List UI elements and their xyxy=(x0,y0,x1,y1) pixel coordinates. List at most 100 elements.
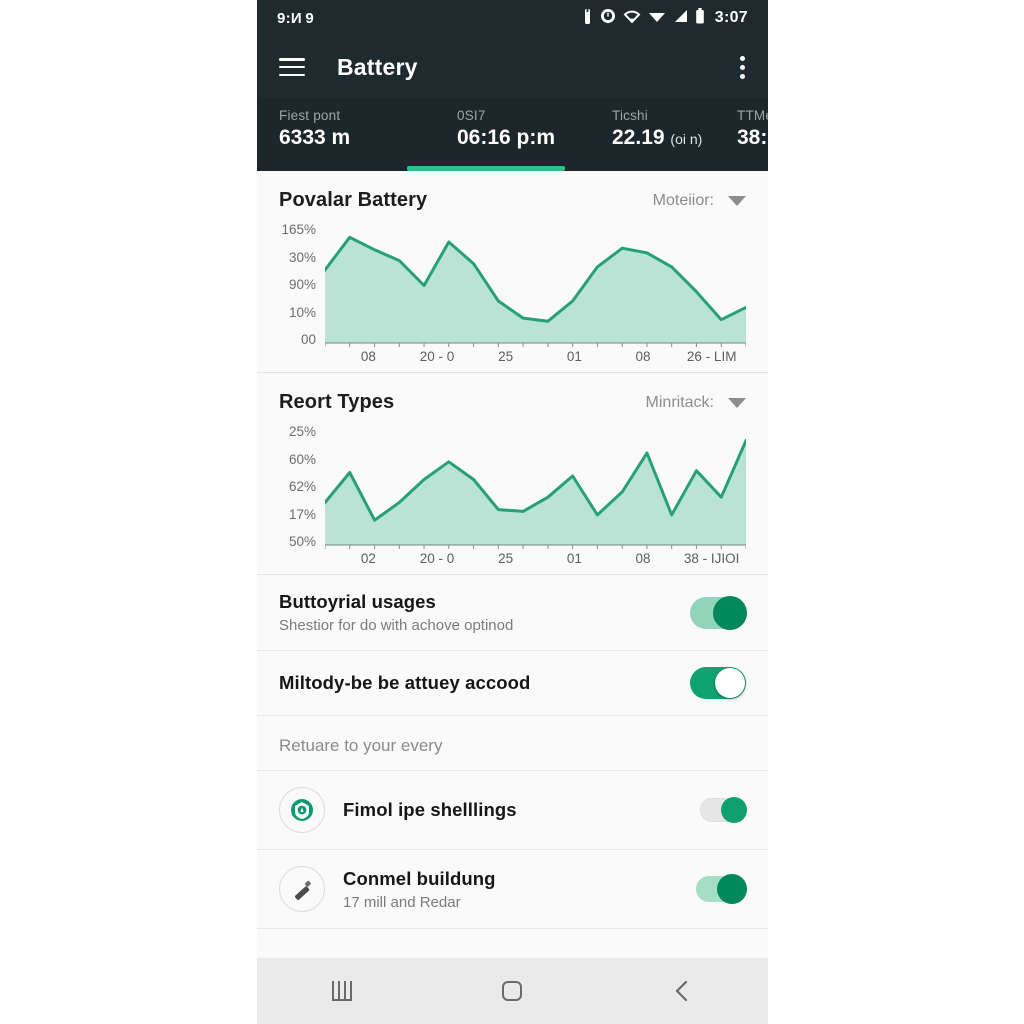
ytick: 165% xyxy=(281,222,316,237)
ytick: 62% xyxy=(288,479,316,494)
xtick: 25 xyxy=(498,551,514,566)
row-subtitle: Shestior for do with achove optinod xyxy=(279,617,514,634)
ytick: 25% xyxy=(288,424,316,439)
chart-title: Reort Types xyxy=(279,391,395,413)
stat-value: 06:16 p:m xyxy=(457,126,590,150)
row-title: Conmel buildung xyxy=(343,867,496,889)
xtick: 08 xyxy=(360,349,376,364)
back-chevron-icon[interactable] xyxy=(648,968,718,1014)
stat-label: Fiest pont xyxy=(279,108,341,123)
xtick: 01 xyxy=(566,551,582,566)
xtick: 20 - 0 xyxy=(419,551,455,566)
alarm-icon xyxy=(600,8,616,28)
system-navigation-bar xyxy=(257,958,768,1024)
xtick: 01 xyxy=(566,349,582,364)
chart-card-2-header: Reort Types Minritack: xyxy=(257,373,768,418)
recents-icon[interactable] xyxy=(307,968,377,1014)
toggle-switch[interactable] xyxy=(690,595,747,630)
row-title: Fimol ipe shelllings xyxy=(343,799,517,820)
stats-strip: Fiest pont 6333 m 0SI7 06:16 p:m Ticshi … xyxy=(257,98,768,171)
row-title: Buttoyrial usages xyxy=(279,591,436,612)
settings-row-conmel-buildung[interactable]: Conmel buildung 17 mill and Redar xyxy=(257,850,768,929)
signal-bars-icon xyxy=(673,9,688,27)
chart-card-1-header: Povalar Battery Moteiior: xyxy=(257,171,768,216)
xtick: 20 - 0 xyxy=(419,349,455,364)
toggle-switch[interactable] xyxy=(696,874,747,904)
vibrate-icon xyxy=(582,7,593,29)
stat-item[interactable]: 0SI7 06:16 p:m xyxy=(435,108,590,150)
ytick: 50% xyxy=(288,534,316,549)
screenshot-stage: 9:И 9 3:07 Battery Fiest pont 6333 m 0SI… xyxy=(0,0,1024,1024)
status-clock-left: 9:И 9 xyxy=(277,9,314,27)
xtick: 08 xyxy=(635,349,651,364)
chart-2-yaxis: 25% 60% 62% 17% 50% xyxy=(279,424,325,549)
stat-value-text: 22.19 xyxy=(612,126,665,149)
stat-value-text: 38:1 xyxy=(737,126,768,149)
chart-2-xaxis: 02 20 - 0 25 01 08 38 - IJIOI xyxy=(334,551,746,566)
brush-pen-icon xyxy=(279,866,325,912)
battery-icon xyxy=(695,8,705,28)
chart-card-2: Reort Types Minritack: 25% 60% 62% 17% 5… xyxy=(257,373,768,575)
hamburger-menu-icon[interactable] xyxy=(279,58,305,76)
stat-item[interactable]: Fiest pont 6333 m xyxy=(257,108,435,150)
chart-selector-label: Minritack: xyxy=(645,393,714,411)
toggle-thumb xyxy=(715,668,745,698)
stat-item[interactable]: Ticshi 22.19 (oi n) xyxy=(590,108,715,150)
status-icons: 3:07 xyxy=(582,7,748,29)
stat-label: TTMe xyxy=(737,108,768,123)
ytick: 60% xyxy=(288,451,316,467)
phone-screen: 9:И 9 3:07 Battery Fiest pont 6333 m 0SI… xyxy=(257,0,768,1024)
chart-1-plot xyxy=(325,222,746,347)
settings-row-fimol-shelllings[interactable]: Fimol ipe shelllings xyxy=(257,771,768,850)
home-square-icon[interactable] xyxy=(477,968,547,1014)
settings-row-miltody-accood[interactable]: Miltody-be be attuey accood xyxy=(257,651,768,716)
toggle-thumb xyxy=(721,797,747,823)
ytick: 00 xyxy=(300,332,316,347)
ytick: 10% xyxy=(288,304,316,320)
stat-label: 0SI7 xyxy=(457,108,486,123)
chart-1-xaxis: 08 20 - 0 25 01 08 26 - LIM xyxy=(334,349,746,364)
xtick: 08 xyxy=(635,551,651,566)
toggle-switch[interactable] xyxy=(700,797,747,823)
stat-value-sub: (oi n) xyxy=(670,131,703,147)
more-vert-icon[interactable] xyxy=(740,55,746,79)
toggle-thumb xyxy=(717,874,747,904)
status-time: 3:07 xyxy=(714,9,748,26)
stat-value-text: 6333 m xyxy=(279,126,351,149)
stat-label: Ticshi xyxy=(612,108,648,123)
signal-triangle-icon xyxy=(648,9,666,27)
xtick: 38 - IJIOI xyxy=(683,551,740,566)
settings-row-buttoyrial-usages[interactable]: Buttoyrial usages Shestior for do with a… xyxy=(257,575,768,651)
chart-card-1: Povalar Battery Moteiior: 165% 30% 90% 1… xyxy=(257,171,768,373)
ytick: 90% xyxy=(288,277,316,292)
app-bar: Battery xyxy=(257,36,768,98)
android-shield-icon xyxy=(279,787,325,833)
chevron-down-icon[interactable] xyxy=(728,195,746,206)
page-title: Battery xyxy=(337,53,418,80)
xtick: 25 xyxy=(498,349,514,364)
active-tab-indicator xyxy=(407,166,565,171)
section-header: Retuare to your every xyxy=(257,716,768,771)
chart-selector[interactable]: Minritack: xyxy=(646,394,746,412)
chevron-down-icon[interactable] xyxy=(728,397,746,408)
status-bar: 9:И 9 3:07 xyxy=(257,0,768,36)
chart-title: Povalar Battery xyxy=(279,189,428,211)
xtick: 02 xyxy=(360,551,376,566)
xtick: 26 - LIM xyxy=(686,349,737,364)
stat-value: 22.19 (oi n) xyxy=(612,126,715,150)
toggle-thumb xyxy=(713,595,747,630)
row-title: Miltody-be be attuey accood xyxy=(279,672,531,693)
stat-value: 38:1 xyxy=(737,126,768,150)
row-subtitle: 17 mill and Redar xyxy=(343,893,461,911)
ytick: 17% xyxy=(288,506,316,522)
chart-1-yaxis: 165% 30% 90% 10% 00 xyxy=(279,222,325,347)
chart-1-body: 165% 30% 90% 10% 00 08 20 - 0 25 01 08 2… xyxy=(257,216,768,372)
chart-2-body: 25% 60% 62% 17% 50% 02 20 - 0 25 01 08 3… xyxy=(257,418,768,574)
chart-selector[interactable]: Moteiior: xyxy=(653,192,746,210)
chart-selector-label: Moteiior: xyxy=(652,191,714,209)
stat-value: 6333 m xyxy=(279,126,435,150)
toggle-switch[interactable] xyxy=(690,667,746,699)
stat-item[interactable]: TTMe 38:1 xyxy=(715,108,768,150)
ytick: 30% xyxy=(288,249,316,265)
stat-value-text: 06:16 p:m xyxy=(457,126,556,149)
